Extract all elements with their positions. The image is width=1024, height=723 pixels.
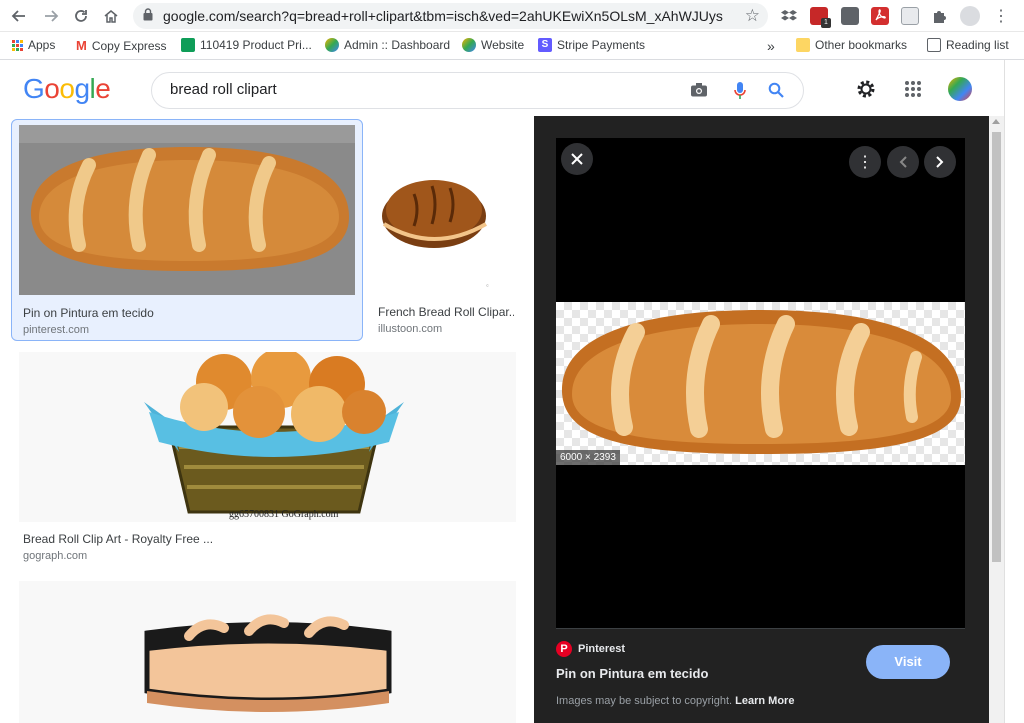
result-title: French Bread Roll Clipar... — [378, 305, 514, 319]
apps-grid-icon — [12, 39, 23, 51]
bookmark-star-icon[interactable]: ☆ — [745, 6, 760, 26]
other-bookmarks-folder[interactable]: Other bookmarks — [796, 38, 907, 52]
result-thumbnail: © — [374, 124, 516, 294]
image-result-card[interactable]: gg65700831 GoGraph.com Bread Roll Clip A… — [19, 352, 516, 570]
bookmark-apps[interactable]: Apps — [12, 38, 55, 52]
bookmark-website[interactable]: Website — [462, 38, 524, 52]
side-panel-edge — [1004, 60, 1024, 723]
preview-image[interactable]: 6000 × 2393 — [556, 302, 965, 465]
image-viewer: ⋮ 6000 × 2393 — [556, 138, 965, 628]
result-source: pinterest.com — [23, 324, 90, 336]
puzzle-extensions-icon[interactable] — [931, 7, 949, 25]
scrollbar[interactable] — [989, 116, 1004, 723]
copyright-notice: Images may be subject to copyright. Lear… — [556, 695, 794, 707]
pdf-extension-icon[interactable] — [871, 7, 889, 25]
google-logo[interactable]: Google — [23, 73, 111, 105]
next-icon[interactable] — [924, 146, 956, 178]
site-icon — [462, 38, 476, 52]
svg-text:©: © — [486, 283, 489, 288]
stripe-icon: S — [538, 38, 552, 52]
scroll-up-arrow[interactable] — [992, 119, 1000, 124]
image-preview-panel: ⋮ 6000 × 2393 P Pinterest Pin on Pintura… — [534, 116, 989, 723]
profile-avatar[interactable] — [960, 6, 980, 26]
search-input[interactable] — [170, 81, 670, 98]
url-text: google.com/search?q=bread+roll+clipart&t… — [163, 8, 723, 24]
reading-list-icon — [927, 38, 941, 52]
bookmark-label: 110419 Product Pri... — [200, 38, 312, 52]
image-dimensions: 6000 × 2393 — [556, 450, 620, 465]
account-avatar[interactable] — [948, 77, 972, 101]
bookmarks-bar: Apps M Copy Express 110419 Product Pri..… — [0, 32, 1024, 60]
bookmark-label: Stripe Payments — [557, 38, 646, 52]
pinterest-icon: P — [556, 641, 572, 657]
bookmark-label: Admin :: Dashboard — [344, 38, 451, 52]
previous-icon[interactable] — [887, 146, 919, 178]
screenshot-extension-icon[interactable] — [901, 7, 919, 25]
image-result-card[interactable]: Pin on Pintura em tecido pinterest.com — [11, 119, 363, 341]
back-icon[interactable] — [8, 5, 30, 27]
result-title: Bread Roll Clip Art - Royalty Free ... — [23, 532, 214, 546]
forward-icon[interactable] — [40, 5, 62, 27]
learn-more-link[interactable]: Learn More — [735, 695, 794, 707]
thumbnail-watermark: gg65700831 GoGraph.com — [229, 509, 339, 520]
result-source: gograph.com — [23, 550, 88, 562]
copyright-text: Images may be subject to copyright. — [556, 695, 733, 707]
bookmark-label: Other bookmarks — [815, 38, 908, 52]
bookmark-label: Website — [481, 38, 525, 52]
browser-toolbar: google.com/search?q=bread+roll+clipart&t… — [0, 0, 1024, 32]
result-title: Pin on Pintura em tecido — [23, 306, 154, 320]
site-icon — [325, 38, 339, 52]
bookmarks-overflow-button[interactable]: » — [767, 38, 775, 54]
result-source: illustoon.com — [378, 323, 443, 335]
microphone-icon[interactable] — [734, 81, 746, 101]
search-icon[interactable] — [768, 82, 785, 99]
preview-title[interactable]: Pin on Pintura em tecido — [556, 666, 708, 681]
more-options-icon[interactable]: ⋮ — [849, 146, 881, 178]
divider — [556, 628, 965, 629]
image-result-card[interactable]: © French Bread Roll Clipar... illustoon.… — [374, 124, 516, 342]
dropbox-extension-icon[interactable] — [780, 7, 798, 25]
google-header: Google — [0, 60, 1004, 116]
bookmark-stripe-payments[interactable]: S Stripe Payments — [538, 38, 645, 52]
camera-icon[interactable] — [690, 82, 708, 98]
reload-icon[interactable] — [70, 5, 92, 27]
folder-icon — [796, 38, 810, 52]
visit-button[interactable]: Visit — [866, 645, 950, 679]
settings-gear-icon[interactable] — [855, 78, 877, 100]
source-site-name: Pinterest — [578, 643, 626, 655]
close-icon[interactable] — [561, 143, 593, 175]
bookmark-label: Reading list — [946, 38, 1009, 52]
bookmark-label: Copy Express — [91, 38, 167, 53]
bookmark-label: Apps — [28, 38, 56, 52]
lock-icon — [143, 8, 153, 26]
result-thumbnail: gg65700831 GoGraph.com — [19, 352, 516, 522]
bookmark-copy-express[interactable]: M Copy Express — [76, 38, 167, 53]
reading-list-button[interactable]: Reading list — [927, 38, 1009, 52]
google-apps-icon[interactable] — [904, 80, 922, 98]
sheets-icon — [181, 38, 195, 52]
scrollbar-thumb[interactable] — [992, 132, 1001, 562]
extension-icon[interactable] — [841, 7, 859, 25]
chrome-menu-icon[interactable]: ⋮ — [990, 5, 1012, 27]
bookmark-admin-dashboard[interactable]: Admin :: Dashboard — [325, 38, 450, 52]
bookmark-product-price[interactable]: 110419 Product Pri... — [181, 38, 312, 52]
gmail-icon: M — [76, 38, 87, 53]
result-thumbnail — [19, 581, 516, 723]
image-result-card[interactable] — [19, 581, 516, 723]
result-thumbnail — [19, 125, 355, 295]
source-site[interactable]: P Pinterest — [556, 641, 625, 657]
address-bar[interactable]: google.com/search?q=bread+roll+clipart&t… — [133, 3, 768, 29]
home-icon[interactable] — [100, 5, 122, 27]
search-box — [151, 72, 804, 109]
mail-extension-icon[interactable]: 1 — [810, 7, 831, 28]
image-results: Pin on Pintura em tecido pinterest.com ©… — [0, 116, 534, 723]
